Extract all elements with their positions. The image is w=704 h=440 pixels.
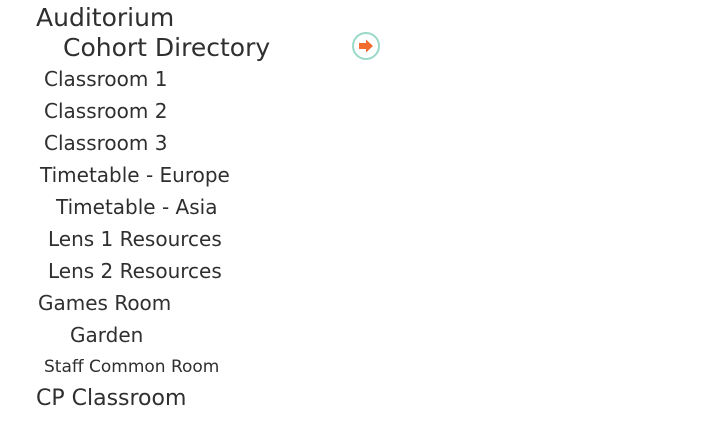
link-lens-2-resources[interactable]: Lens 2 Resources xyxy=(48,261,222,281)
link-classroom-2[interactable]: Classroom 2 xyxy=(44,101,167,121)
link-garden[interactable]: Garden xyxy=(70,325,143,345)
link-cp-classroom[interactable]: CP Classroom xyxy=(36,388,186,410)
link-auditorium[interactable]: Auditorium xyxy=(36,5,174,30)
link-lens-1-resources[interactable]: Lens 1 Resources xyxy=(48,229,222,249)
link-classroom-1[interactable]: Classroom 1 xyxy=(44,69,167,89)
go-arrow-button[interactable] xyxy=(352,32,380,60)
arrow-right-icon xyxy=(359,39,373,53)
link-games-room[interactable]: Games Room xyxy=(38,293,171,313)
link-timetable-europe[interactable]: Timetable - Europe xyxy=(40,165,230,185)
link-staff-common-room[interactable]: Staff Common Room xyxy=(44,359,219,376)
link-timetable-asia[interactable]: Timetable - Asia xyxy=(56,197,217,217)
link-classroom-3[interactable]: Classroom 3 xyxy=(44,133,167,153)
link-cohort-directory[interactable]: Cohort Directory xyxy=(63,35,270,60)
